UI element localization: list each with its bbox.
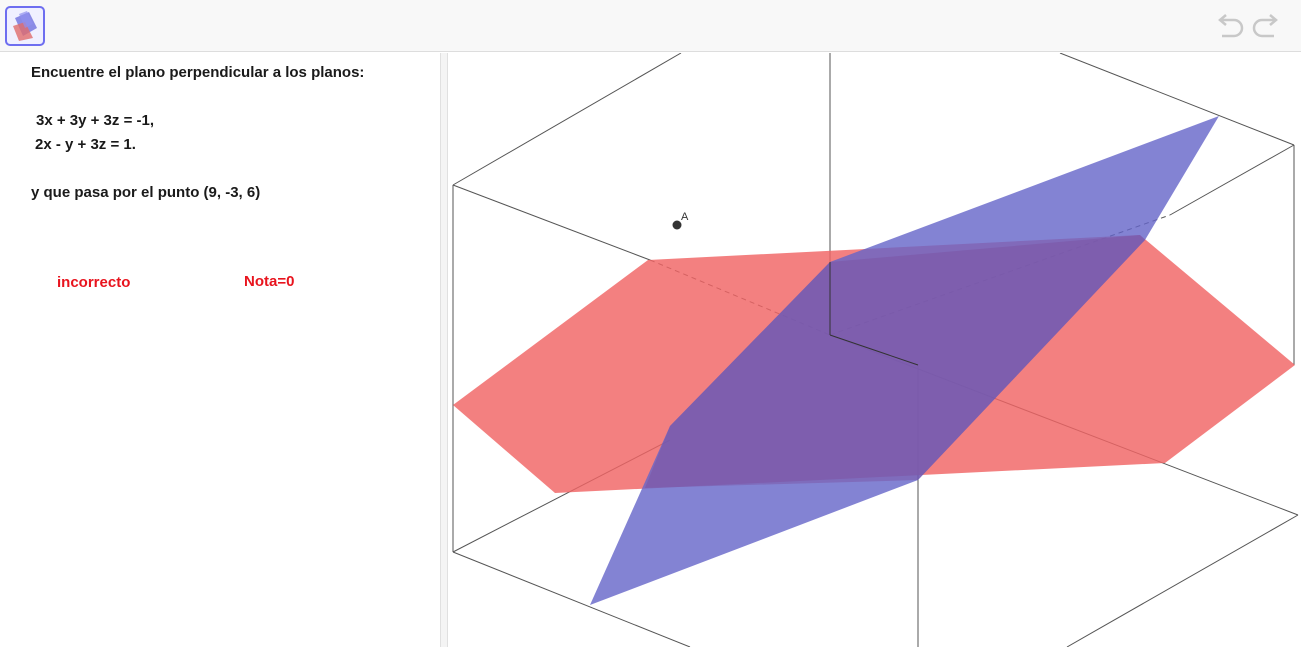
undo-button[interactable] [1214, 12, 1246, 42]
app-icon[interactable] [5, 6, 45, 46]
point-a-label: A [681, 211, 689, 223]
equation-2: 2x - y + 3z = 1. [35, 136, 136, 153]
equation-1: 3x + 3y + 3z = -1, [36, 112, 155, 129]
redo-icon [1252, 14, 1278, 38]
3d-plane-icon [13, 11, 37, 41]
undo-icon [1218, 14, 1244, 38]
algebra-panel: Encuentre el plano perpendicular a los p… [0, 53, 440, 647]
point-statement: y que pasa por el punto (9, -3, 6) [31, 184, 261, 201]
result-status: incorrecto [57, 274, 131, 291]
3d-canvas[interactable]: A [448, 53, 1301, 647]
problem-statement: Encuentre el plano perpendicular a los p… [31, 64, 365, 81]
grade-label: Nota=0 [244, 273, 295, 290]
toolbar [0, 0, 1301, 52]
panel-divider[interactable] [440, 53, 448, 647]
graphics-3d-view[interactable]: A [448, 53, 1301, 647]
redo-button[interactable] [1250, 12, 1282, 42]
